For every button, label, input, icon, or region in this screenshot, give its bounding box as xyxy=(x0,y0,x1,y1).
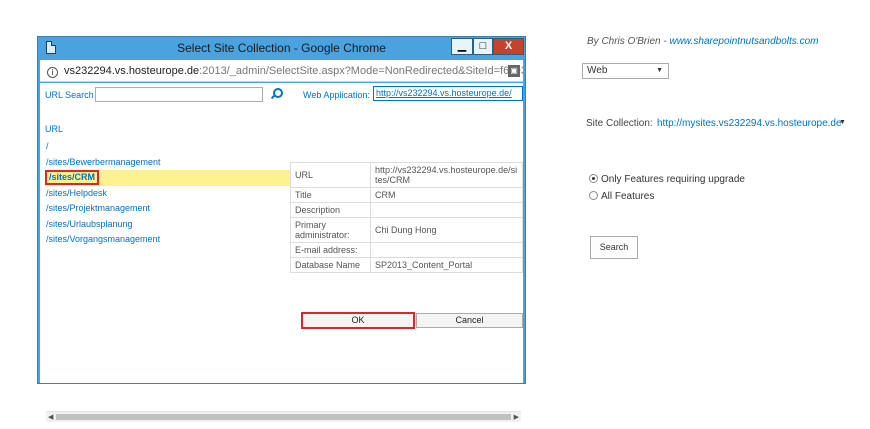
site-item-label: /sites/Helpdesk xyxy=(46,187,108,198)
detail-value: http://vs232294.vs.hosteurope.de/sites/C… xyxy=(370,162,523,188)
site-item-helpdesk[interactable]: /sites/Helpdesk xyxy=(45,186,290,202)
radio-all-label: All Features xyxy=(601,191,655,202)
minimize-button[interactable]: ▁ xyxy=(451,38,473,55)
scrollbar-thumb[interactable] xyxy=(56,414,511,420)
radio-all-option[interactable]: All Features xyxy=(589,191,654,202)
scope-select[interactable]: Web ▼ xyxy=(582,63,669,79)
table-row: Primary administrator: Chi Dung Hong xyxy=(290,217,523,243)
extension-icon[interactable]: ▣ xyxy=(508,65,520,77)
author-byline: By Chris O'Brien - www.sharepointnutsand… xyxy=(587,36,818,47)
site-item-label: /sites/Urlaubsplanung xyxy=(46,218,133,229)
url-search-input[interactable] xyxy=(95,87,263,102)
dialog-content: URL Search Web Application: http://vs232… xyxy=(40,83,523,422)
scroll-right-icon[interactable]: ▶ xyxy=(514,413,519,421)
list-header-url: URL xyxy=(45,124,64,134)
web-application-link[interactable]: http://vs232294.vs.hosteurope.de/ xyxy=(373,86,523,101)
table-row: Title CRM xyxy=(290,187,523,203)
site-item-label: /sites/CRM xyxy=(45,170,100,185)
horizontal-scrollbar[interactable]: ◀ ▶ xyxy=(46,411,521,422)
detail-value: SP2013_Content_Portal xyxy=(370,257,523,273)
site-collection-link[interactable]: http://mysites.vs232294.vs.hosteurope.de xyxy=(657,118,842,129)
detail-value: CRM xyxy=(370,187,523,203)
chevron-down-icon: ▼ xyxy=(656,67,663,74)
detail-key: URL xyxy=(290,162,371,188)
table-row: Description xyxy=(290,202,523,218)
close-button[interactable]: X xyxy=(493,38,524,55)
title-bar[interactable]: Select Site Collection - Google Chrome ▁… xyxy=(38,37,525,59)
site-item-root[interactable]: / xyxy=(45,139,290,155)
site-details-table: URL http://vs232294.vs.hosteurope.de/sit… xyxy=(290,162,523,273)
site-item-crm[interactable]: /sites/CRM xyxy=(45,170,290,186)
site-item-urlaubsplanung[interactable]: /sites/Urlaubsplanung xyxy=(45,217,290,233)
info-icon[interactable]: i xyxy=(47,67,58,78)
radio-all[interactable] xyxy=(589,191,598,200)
site-item-label: / xyxy=(46,141,49,151)
url-host: vs232294.vs.hosteurope.de xyxy=(64,65,200,77)
site-list: URL / /sites/Bewerbermanagement /sites/C… xyxy=(45,119,290,248)
search-button[interactable]: Search xyxy=(590,236,638,259)
url-path: :2013/_admin/SelectSite.aspx?Mode=NonRed… xyxy=(199,65,523,77)
search-icon[interactable] xyxy=(270,88,283,100)
url-search-label: URL Search xyxy=(45,90,94,100)
detail-key: Title xyxy=(290,187,371,203)
site-item-projektmanagement[interactable]: /sites/Projektmanagement xyxy=(45,201,290,217)
site-collection-label: Site Collection: xyxy=(586,118,653,129)
scope-select-value: Web xyxy=(587,65,608,76)
ok-button[interactable]: OK xyxy=(301,312,415,329)
maximize-button[interactable]: □ xyxy=(473,38,493,55)
byline-link[interactable]: www.sharepointnutsandbolts.com xyxy=(669,36,818,47)
select-site-collection-window: Select Site Collection - Google Chrome ▁… xyxy=(37,36,526,422)
address-bar[interactable]: i vs232294.vs.hosteurope.de:2013/_admin/S… xyxy=(40,60,523,82)
byline-prefix: By Chris O'Brien - xyxy=(587,36,670,47)
detail-key: E-mail address: xyxy=(290,242,371,258)
site-item-vorgangsmanagement[interactable]: /sites/Vorgangsmanagement xyxy=(45,232,290,248)
detail-value xyxy=(370,202,523,218)
detail-key: Description xyxy=(290,202,371,218)
site-item-label: /sites/Projektmanagement xyxy=(46,203,151,213)
table-row: URL http://vs232294.vs.hosteurope.de/sit… xyxy=(290,162,523,188)
detail-value: Chi Dung Hong xyxy=(370,217,523,243)
detail-value xyxy=(370,242,523,258)
detail-key: Database Name xyxy=(290,257,371,273)
table-row: E-mail address: xyxy=(290,242,523,258)
scroll-left-icon[interactable]: ◀ xyxy=(48,413,53,421)
detail-key: Primary administrator: xyxy=(290,217,371,243)
table-row: Database Name SP2013_Content_Portal xyxy=(290,257,523,273)
site-collection-dropdown-icon[interactable]: ▼ xyxy=(839,119,846,126)
radio-upgrade[interactable] xyxy=(589,174,598,183)
site-item-label: /sites/Vorgangsmanagement xyxy=(46,234,161,244)
radio-upgrade-label: Only Features requiring upgrade xyxy=(601,174,745,185)
site-item-bewerbermanagement[interactable]: /sites/Bewerbermanagement xyxy=(45,155,290,171)
site-item-label: /sites/Bewerbermanagement xyxy=(46,156,161,167)
cancel-button[interactable]: Cancel xyxy=(416,313,523,328)
web-application-label: Web Application: xyxy=(303,90,370,100)
radio-upgrade-option[interactable]: Only Features requiring upgrade xyxy=(589,174,745,185)
